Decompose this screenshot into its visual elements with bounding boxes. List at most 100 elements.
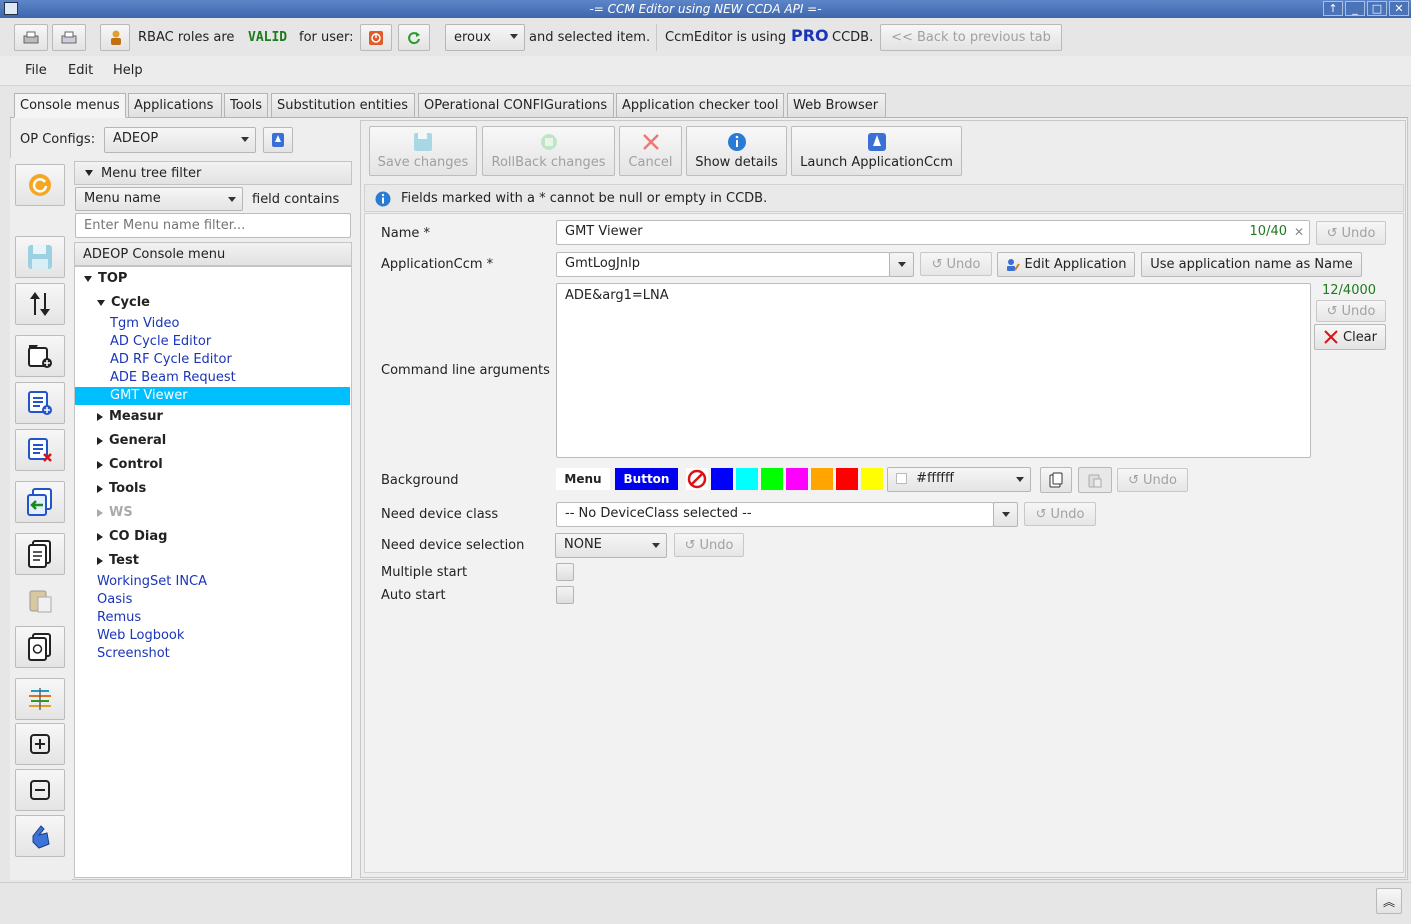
menu-file[interactable]: File <box>25 63 47 78</box>
tree-leaf[interactable]: WorkingSet INCA <box>97 574 207 589</box>
edit-application-button[interactable]: Edit Application <box>997 252 1135 277</box>
tree-node-test[interactable]: Test <box>97 553 139 568</box>
tree-leaf[interactable]: AD Cycle Editor <box>110 334 211 349</box>
device-selection-select[interactable]: NONE <box>555 533 667 558</box>
multiple-start-checkbox[interactable] <box>556 563 574 581</box>
menu-name-filter-input[interactable] <box>75 213 351 238</box>
device-class-input[interactable]: -- No DeviceClass selected -- <box>556 502 994 527</box>
collapsed-triangle-icon <box>97 412 103 421</box>
tab-tools[interactable]: Tools <box>224 93 268 118</box>
background-undo-button[interactable]: ↺ Undo <box>1117 468 1188 492</box>
tab-console-menus[interactable]: Console menus <box>14 93 126 118</box>
command-line-textarea[interactable]: ADE&arg1=LNA <box>556 283 1311 458</box>
application-ccm-input[interactable]: GmtLogJnlp <box>556 252 890 277</box>
print-button[interactable] <box>14 24 48 51</box>
tree-leaf[interactable]: AD RF Cycle Editor <box>110 352 232 367</box>
add-folder-button[interactable] <box>15 335 65 377</box>
copy-color-button[interactable] <box>1040 467 1072 493</box>
cancel-button[interactable]: Cancel <box>619 126 682 176</box>
print-preview-button[interactable] <box>52 24 86 51</box>
color-swatch-cyan[interactable] <box>736 468 758 490</box>
device-selection-undo-button[interactable]: ↺ Undo <box>674 533 744 557</box>
rbac-login-button[interactable] <box>100 24 130 51</box>
tab-operational-configurations[interactable]: OPerational CONFIGurations <box>418 93 614 118</box>
tree-node-measur[interactable]: Measur <box>97 409 163 424</box>
filter-panel-header[interactable]: Menu tree filter <box>74 161 352 185</box>
launch-application-button[interactable]: Launch ApplicationCcm <box>791 126 962 176</box>
document-button[interactable] <box>15 533 65 575</box>
window-up-icon[interactable]: ↑ <box>1323 1 1343 16</box>
save-changes-button[interactable]: Save changes <box>369 126 477 176</box>
auto-start-checkbox[interactable] <box>556 586 574 604</box>
op-configs-select[interactable]: ADEOP <box>104 127 256 153</box>
pointer-button[interactable] <box>15 815 65 857</box>
collapse-all-button[interactable] <box>15 769 65 811</box>
tree-leaf-selected[interactable]: GMT Viewer <box>110 388 188 403</box>
device-class-undo-button[interactable]: ↺ Undo <box>1024 502 1096 526</box>
color-swatch-magenta[interactable] <box>786 468 808 490</box>
command-line-undo-button[interactable]: ↺ Undo <box>1316 300 1386 322</box>
save-button[interactable] <box>15 236 65 278</box>
application-ccm-dropdown[interactable] <box>889 252 914 277</box>
tree-leaf[interactable]: Web Logbook <box>97 628 184 643</box>
tree-leaf[interactable]: Remus <box>97 610 141 625</box>
filter-field-select[interactable]: Menu name <box>75 187 243 211</box>
name-undo-button[interactable]: ↺ Undo <box>1316 221 1386 245</box>
tree-leaf[interactable]: Tgm Video <box>110 316 179 331</box>
clear-field-icon[interactable]: ✕ <box>1294 221 1304 243</box>
name-input[interactable]: GMT Viewer 10/40 ✕ <box>556 220 1310 245</box>
tree-node-ws[interactable]: WS <box>97 505 133 520</box>
tab-application-checker-tool[interactable]: Application checker tool <box>616 93 784 118</box>
color-swatch-yellow[interactable] <box>861 468 883 490</box>
add-menu-item-button[interactable] <box>15 382 65 424</box>
user-select[interactable]: eroux <box>445 24 525 51</box>
color-swatch-green[interactable] <box>761 468 783 490</box>
auto-start-label: Auto start <box>381 588 446 603</box>
paste-color-button[interactable] <box>1078 467 1112 493</box>
rollback-changes-button[interactable]: RollBack changes <box>482 126 615 176</box>
tree-leaf[interactable]: Screenshot <box>97 646 170 661</box>
window-maximize-icon[interactable]: □ <box>1367 1 1387 16</box>
import-menu-button[interactable] <box>15 481 65 523</box>
color-swatch-blue[interactable] <box>711 468 733 490</box>
move-up-down-button[interactable] <box>15 283 65 325</box>
tree-node-control[interactable]: Control <box>97 457 163 472</box>
device-selection-value: NONE <box>564 537 602 552</box>
scroll-top-button[interactable]: ︽ <box>1376 888 1402 914</box>
menu-edit[interactable]: Edit <box>68 63 93 78</box>
background-color-select[interactable]: #ffffff <box>887 467 1031 492</box>
clear-button[interactable]: Clear <box>1314 324 1386 350</box>
tree-node-tools[interactable]: Tools <box>97 481 146 496</box>
tree-view-button[interactable] <box>15 678 65 720</box>
tree-node-top[interactable]: TOP <box>84 271 127 286</box>
reload-button[interactable] <box>15 164 65 206</box>
show-details-button[interactable]: Show details <box>686 126 787 176</box>
paste-button[interactable] <box>15 580 65 622</box>
tab-applications[interactable]: Applications <box>128 93 222 118</box>
use-application-name-button[interactable]: Use application name as Name <box>1141 252 1362 277</box>
device-class-dropdown[interactable] <box>993 502 1018 527</box>
tab-web-browser[interactable]: Web Browser <box>787 93 886 118</box>
window-close-icon[interactable]: ✕ <box>1389 1 1409 16</box>
menu-help[interactable]: Help <box>113 63 143 78</box>
tree-leaf[interactable]: ADE Beam Request <box>110 370 236 385</box>
color-swatch-orange[interactable] <box>811 468 833 490</box>
tree-node-co-diag[interactable]: CO Diag <box>97 529 167 544</box>
expand-all-button[interactable] <box>15 723 65 765</box>
back-to-previous-tab-button[interactable]: << Back to previous tab <box>880 24 1062 51</box>
refresh-user-button[interactable] <box>398 24 430 51</box>
tree-node-general[interactable]: General <box>97 433 166 448</box>
window-minimize-icon[interactable]: _ <box>1345 1 1365 16</box>
tree-node-cycle[interactable]: Cycle <box>97 295 150 310</box>
background-color-value: #ffffff <box>916 471 954 486</box>
tree-leaf[interactable]: Oasis <box>97 592 132 607</box>
chevron-down-icon <box>510 34 518 39</box>
no-color-swatch[interactable] <box>686 468 708 490</box>
op-configs-launch-button[interactable] <box>263 127 293 153</box>
delete-menu-item-button[interactable] <box>15 429 65 471</box>
settings-document-button[interactable] <box>15 626 65 668</box>
application-undo-button[interactable]: ↺ Undo <box>920 252 992 276</box>
color-swatch-red[interactable] <box>836 468 858 490</box>
logout-button[interactable] <box>360 24 392 51</box>
tab-substitution-entities[interactable]: Substitution entities <box>271 93 415 118</box>
